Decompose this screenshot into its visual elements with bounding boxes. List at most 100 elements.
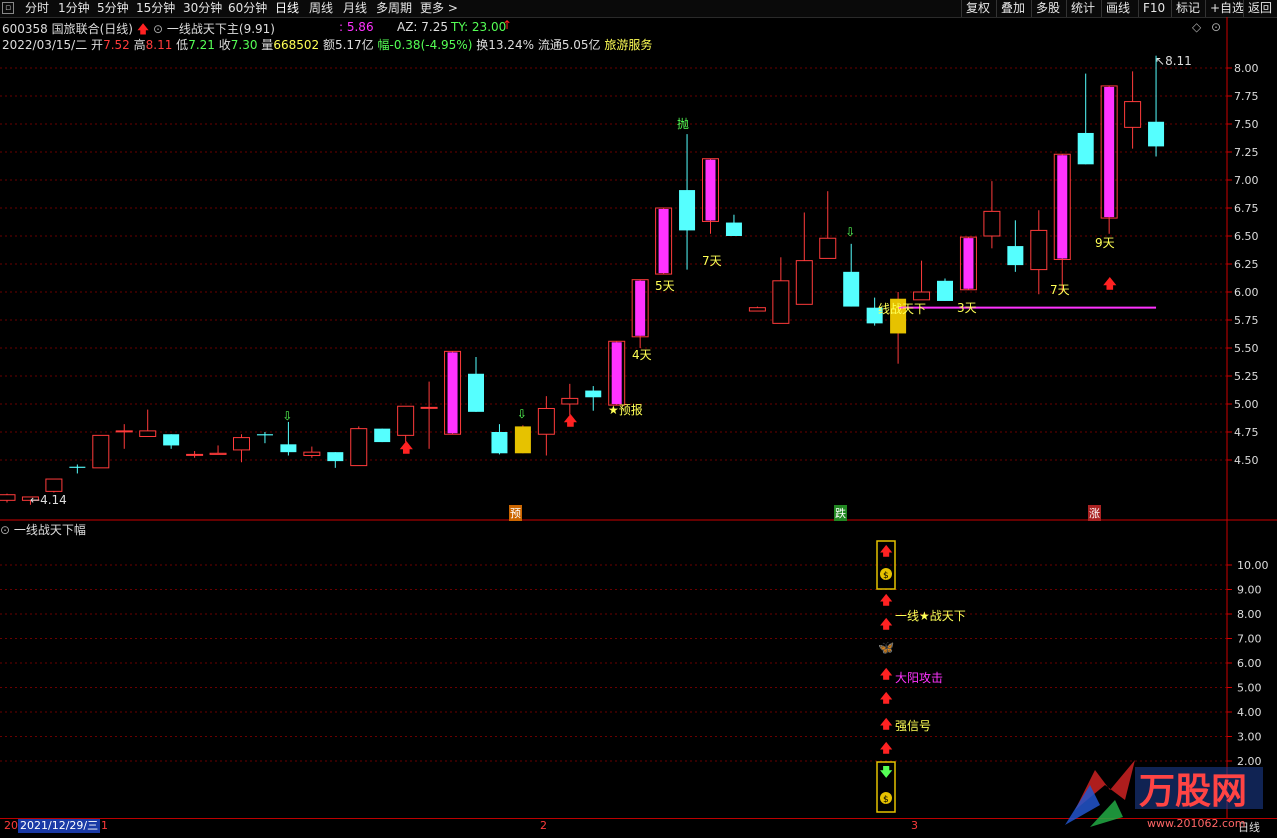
candle-body bbox=[983, 210, 1001, 237]
candle bbox=[468, 356, 484, 412]
candle bbox=[561, 383, 579, 416]
buy-arrow-icon: 🡅 bbox=[1103, 277, 1117, 292]
day-count-5: 5天 bbox=[655, 279, 675, 293]
candle bbox=[444, 350, 462, 435]
candle-body bbox=[1148, 121, 1165, 147]
candle bbox=[1124, 71, 1142, 149]
price-tick-label: 7.00 bbox=[1234, 174, 1259, 187]
max-price-label: ↖8.11 bbox=[1155, 54, 1192, 68]
candle-body bbox=[913, 291, 931, 301]
ind-tick-label: 5.00 bbox=[1237, 682, 1262, 695]
candle-body bbox=[1077, 132, 1094, 165]
candle-body bbox=[679, 190, 696, 231]
candle-body-fill bbox=[658, 209, 669, 274]
kline-chart[interactable]: 🡅 🡅 🡅 ⇩ ⇩ ⇩ 🡅 🡅 🡅 🡅 🡅 🡅 🡅 🡇 $ $ 🦋 8.00 7.75 7.50 7.25 7.00 6… bbox=[0, 0, 1277, 837]
candle bbox=[1007, 220, 1024, 272]
min-price-value: 4.14 bbox=[40, 493, 67, 507]
candle-body bbox=[69, 466, 86, 468]
candle bbox=[491, 424, 508, 455]
down-arrow-icon: ⇩ bbox=[517, 407, 527, 421]
up-arrow-icon: 🡅 bbox=[880, 741, 893, 755]
candle bbox=[795, 212, 813, 305]
candle-body bbox=[795, 260, 813, 305]
min-price-label: ←4.14 bbox=[30, 493, 67, 507]
ind-tick-label: 7.00 bbox=[1237, 633, 1262, 646]
candle bbox=[748, 306, 766, 312]
candle-body-fill bbox=[447, 352, 458, 434]
indicator-panel: 🡅 🡅 🡅 🡅 🡅 🡅 🡅 🡇 $ $ 🦋 bbox=[876, 540, 896, 813]
candle-body bbox=[209, 452, 227, 455]
price-tick-label: 5.75 bbox=[1234, 314, 1259, 327]
candle bbox=[514, 425, 531, 454]
candle bbox=[913, 260, 931, 301]
day-count-7a: 7天 bbox=[702, 254, 722, 268]
dropdown-circle-icon[interactable]: ⊙ bbox=[0, 523, 14, 537]
candle bbox=[45, 478, 63, 493]
candle bbox=[209, 445, 227, 455]
dollar-icon: $ bbox=[883, 795, 889, 805]
price-tick-label: 6.75 bbox=[1234, 202, 1259, 215]
ind-tick-label: 8.00 bbox=[1237, 608, 1262, 621]
price-tick-label: 5.00 bbox=[1234, 398, 1259, 411]
app-window: ▫ 分时 1分钟 5分钟 15分钟 30分钟 60分钟 日线 周线 月线 多周期… bbox=[0, 0, 1277, 838]
candle bbox=[585, 386, 602, 411]
day-count-3: 3天 bbox=[957, 301, 977, 315]
dollar-icon: $ bbox=[883, 571, 889, 581]
up-arrow-icon: 🡅 bbox=[880, 593, 893, 607]
price-tick-label: 5.25 bbox=[1234, 370, 1259, 383]
time-prefix: 20 bbox=[4, 819, 18, 832]
day-count-4: 4天 bbox=[632, 348, 652, 362]
candle-body bbox=[256, 434, 273, 436]
ind-tick-label: 4.00 bbox=[1237, 706, 1262, 719]
candle bbox=[350, 426, 368, 467]
up-arrow-icon: 🡅 bbox=[880, 667, 893, 681]
candle bbox=[420, 381, 438, 449]
candle bbox=[608, 340, 626, 406]
candle-body-fill bbox=[963, 238, 974, 289]
candle-body bbox=[303, 451, 321, 457]
candle bbox=[655, 207, 673, 275]
candle bbox=[725, 214, 742, 236]
ind-tick-label: 10.00 bbox=[1237, 559, 1269, 572]
candle bbox=[163, 434, 180, 449]
max-price-value: 8.11 bbox=[1165, 54, 1192, 68]
up-arrow-icon: 🡅 bbox=[880, 717, 893, 731]
time-tick-3: 3 bbox=[911, 819, 918, 832]
strategy-label: 线战天下 bbox=[878, 302, 927, 316]
indicator-title[interactable]: 一线战天下幅 bbox=[14, 523, 86, 537]
buy-arrow-icon: 🡅 bbox=[400, 441, 414, 456]
candle-body bbox=[514, 426, 531, 454]
candle bbox=[772, 257, 790, 324]
forecast-text: 预报 bbox=[618, 403, 643, 417]
price-tick-label: 4.75 bbox=[1234, 426, 1259, 439]
time-tick-2: 2 bbox=[540, 819, 547, 832]
day-count-9: 9天 bbox=[1095, 236, 1115, 250]
candle-body bbox=[843, 271, 860, 307]
candle-body bbox=[139, 430, 157, 437]
candle-body-fill bbox=[611, 342, 622, 405]
candle-body bbox=[491, 432, 508, 454]
candle-body bbox=[468, 373, 484, 412]
candle bbox=[327, 452, 344, 468]
candle bbox=[303, 446, 321, 458]
candle-body bbox=[937, 280, 953, 301]
candle-body bbox=[45, 478, 63, 492]
candle-body-fill bbox=[705, 159, 716, 221]
candle-body bbox=[327, 452, 344, 462]
ind-tick-label: 3.00 bbox=[1237, 731, 1262, 744]
watermark-url: www.201062.com bbox=[1147, 817, 1245, 830]
butterfly-icon: 🦋 bbox=[878, 641, 894, 656]
candle bbox=[843, 243, 860, 307]
star-icon: ★ bbox=[608, 403, 619, 417]
candle-body-fill bbox=[1057, 155, 1068, 259]
down-arrow-icon: 🡇 bbox=[880, 765, 893, 779]
candle bbox=[1030, 210, 1048, 295]
up-arrow-icon: 🡅 bbox=[880, 617, 893, 631]
ind-label-1: 一线★战天下 bbox=[895, 609, 966, 623]
candle-body bbox=[397, 405, 415, 436]
down-arrow-icon: ⇩ bbox=[282, 409, 292, 423]
candle-body bbox=[115, 430, 133, 433]
candle bbox=[139, 409, 157, 437]
candle-body bbox=[725, 222, 742, 236]
forecast-label: ★预报 bbox=[608, 401, 643, 418]
